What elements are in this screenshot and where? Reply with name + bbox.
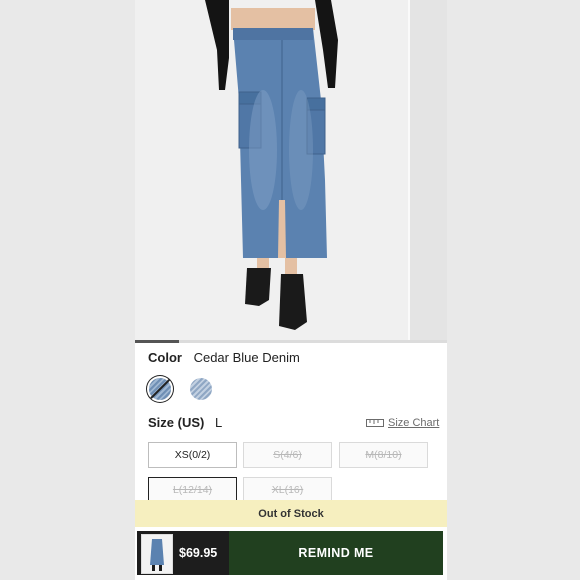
size-option-s[interactable]: S(4/6)	[243, 442, 332, 468]
remind-me-button[interactable]: REMIND ME	[229, 531, 443, 575]
slash-icon	[150, 379, 170, 399]
size-option-xs[interactable]: XS(0/2)	[148, 442, 237, 468]
color-value: Cedar Blue Denim	[193, 350, 300, 365]
product-photo	[135, 0, 408, 343]
carousel-scroll-indicator	[135, 340, 447, 343]
product-thumbnail	[141, 534, 173, 574]
skirt-thumbnail-icon	[150, 539, 164, 571]
color-row: Color Cedar Blue Denim	[148, 350, 300, 365]
ruler-icon	[366, 419, 384, 427]
size-row: Size (US) L	[148, 415, 222, 430]
out-of-stock-banner: Out of Stock	[135, 500, 447, 527]
product-image-carousel[interactable]	[135, 0, 447, 343]
carousel-scroll-thumb	[135, 340, 179, 343]
size-label: Size (US)	[148, 415, 205, 430]
next-image-peek[interactable]	[408, 0, 447, 343]
price: $69.95	[179, 546, 218, 560]
size-chart-label: Size Chart	[388, 417, 440, 429]
product-page: Color Cedar Blue Denim Size (US) L Size …	[135, 0, 447, 580]
size-option-m[interactable]: M(8/10)	[339, 442, 428, 468]
size-chart-link[interactable]: Size Chart	[366, 417, 439, 429]
swatch-light-blue-denim[interactable]	[190, 378, 212, 400]
swatch-cedar-blue-denim[interactable]	[149, 378, 171, 400]
color-label: Color	[148, 350, 182, 365]
size-value: L	[214, 415, 223, 430]
purchase-bar: $69.95 REMIND ME	[137, 531, 443, 575]
